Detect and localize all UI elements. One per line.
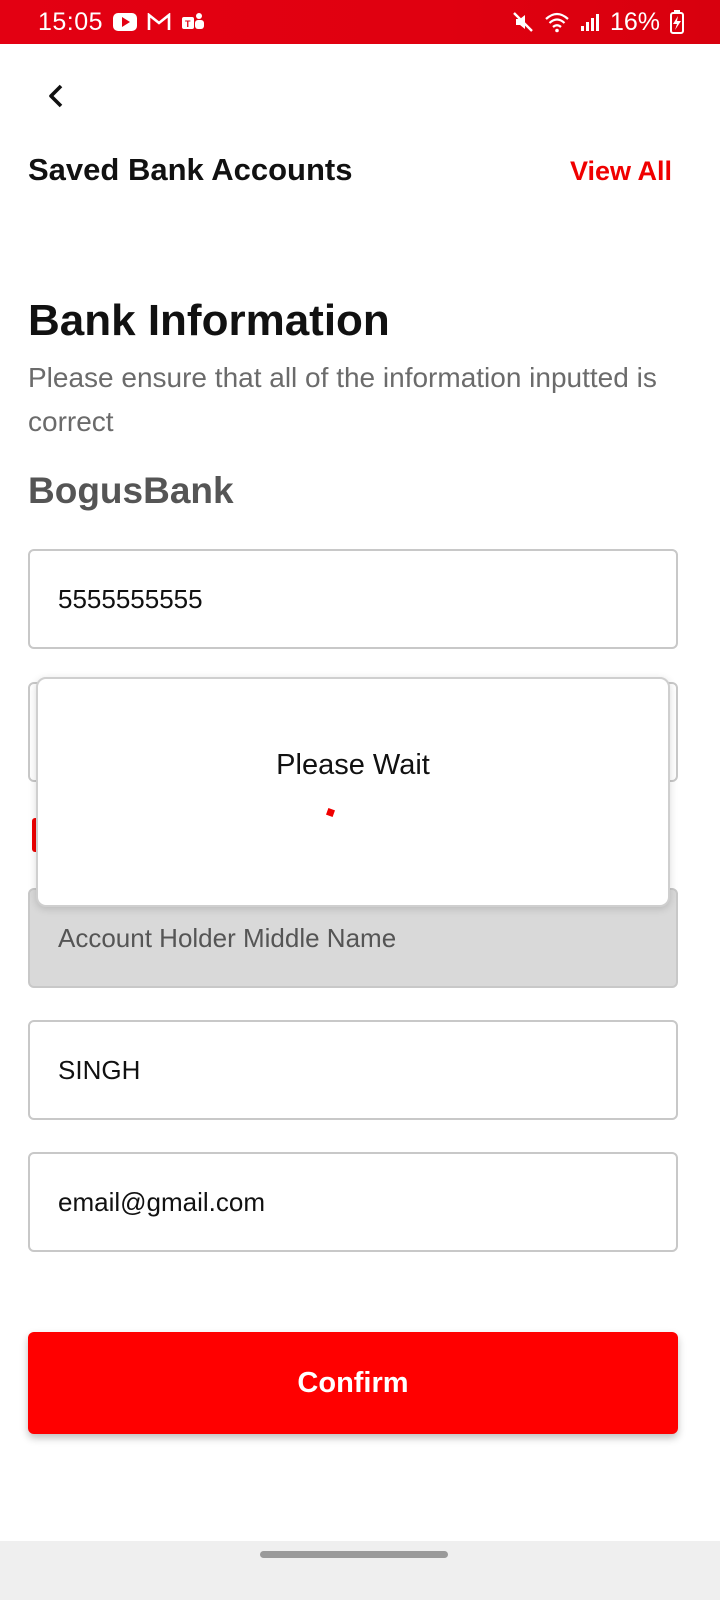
account-number-field[interactable]: 5555555555 [28,549,678,649]
wifi-icon [544,11,570,33]
loading-message: Please Wait [276,749,430,781]
navigation-bar [0,1541,720,1600]
bank-information-subtitle: Please ensure that all of the informatio… [28,362,657,437]
battery-charging-icon [670,10,684,34]
confirm-button[interactable]: Confirm [28,1332,678,1434]
last-name-field[interactable]: SINGH [28,1020,678,1120]
loading-spinner-icon [326,808,335,817]
last-name-value: SINGH [58,1054,141,1085]
back-button[interactable] [36,78,76,118]
saved-accounts-title: Saved Bank Accounts [28,152,353,187]
youtube-icon [113,13,138,31]
home-indicator[interactable] [260,1551,448,1558]
chevron-left-icon [46,83,66,114]
status-bar: 15:05 T 16% [0,0,720,44]
bank-name: BogusBank [28,470,234,511]
status-time: 15:05 [38,7,104,36]
mute-icon [512,11,534,33]
middle-name-placeholder: Account Holder Middle Name [58,922,397,953]
gmail-icon [147,13,171,31]
teams-icon: T [181,11,205,33]
loading-dialog: Please Wait [36,677,670,907]
svg-text:T: T [185,19,191,29]
email-field[interactable]: email@gmail.com [28,1152,678,1252]
battery-percent: 16% [609,7,660,36]
signal-icon [580,12,600,32]
account-number-value: 5555555555 [58,583,203,614]
bank-information-title: Bank Information [28,296,390,345]
email-value: email@gmail.com [58,1186,265,1217]
view-all-link[interactable]: View All [570,156,672,187]
